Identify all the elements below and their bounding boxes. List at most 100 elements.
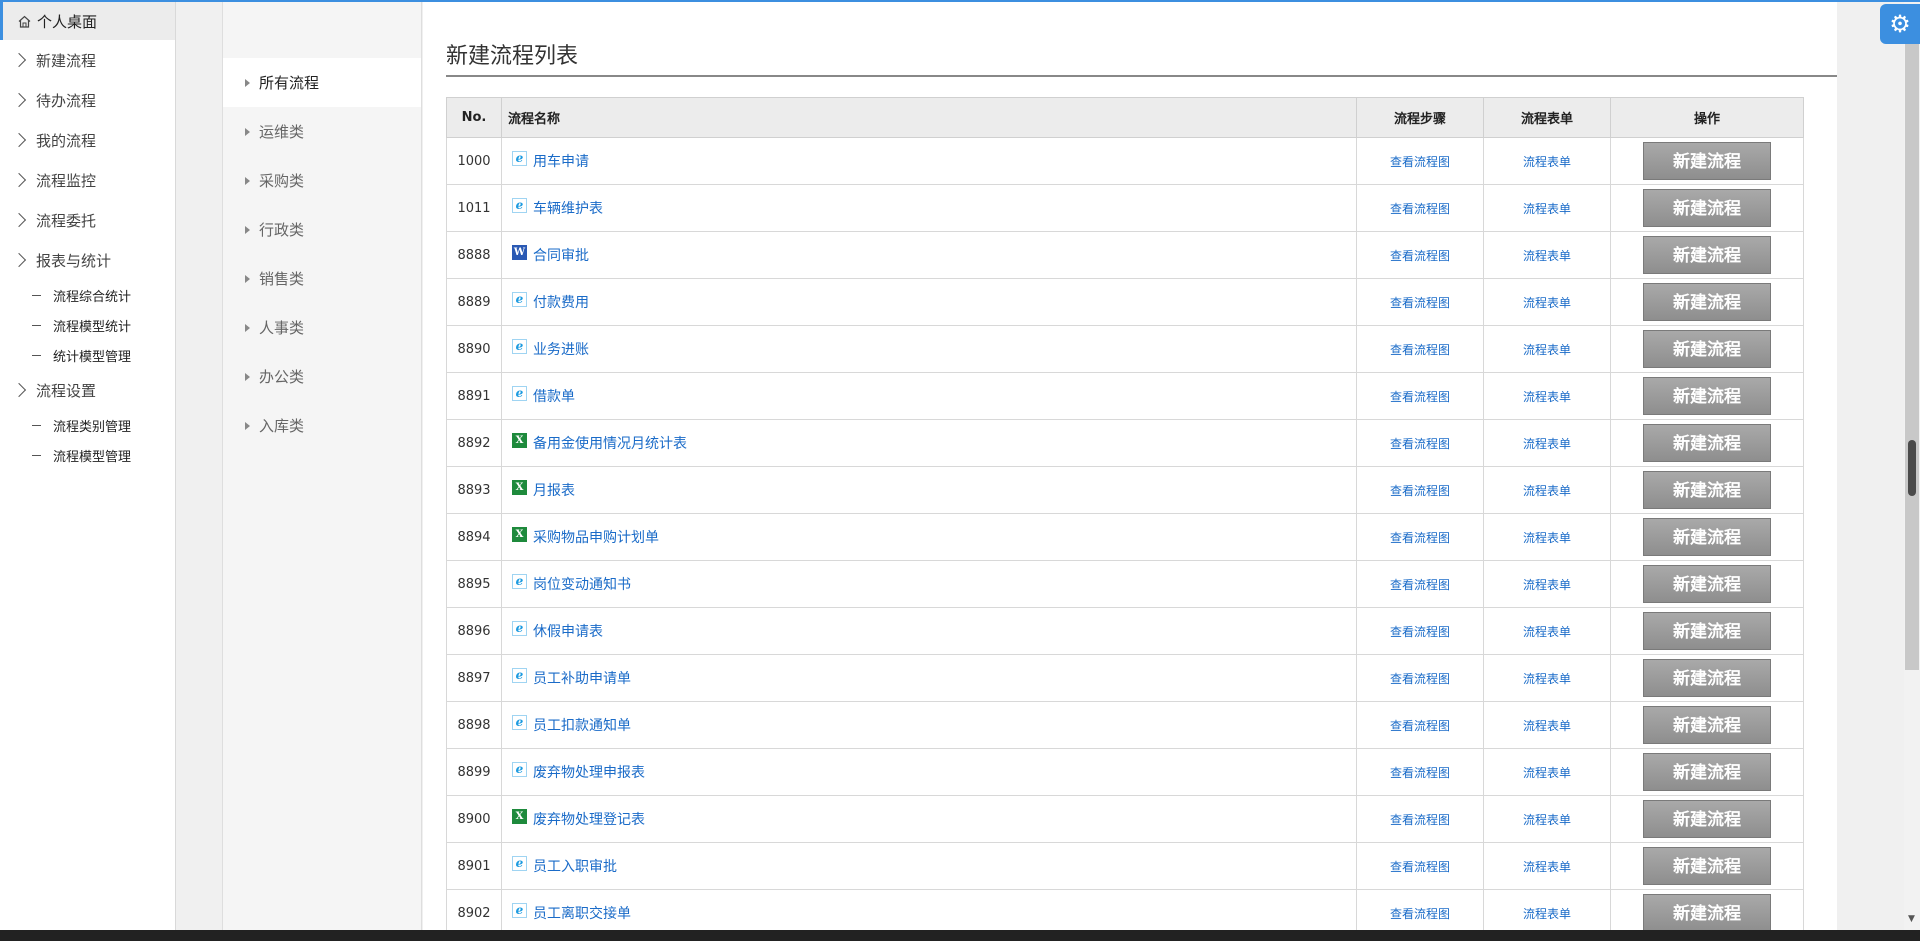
flow-form-link[interactable]: 流程表单 [1523,672,1571,686]
view-flowchart-link[interactable]: 查看流程图 [1390,484,1450,498]
sidebar-subitem[interactable]: 流程类别管理 [0,410,175,440]
flow-name-link[interactable]: 员工补助申请单 [533,671,631,687]
new-flow-button[interactable]: 新建流程 [1643,283,1771,321]
view-flowchart-link[interactable]: 查看流程图 [1390,155,1450,169]
flow-name-link[interactable]: 废弃物处理登记表 [533,812,645,828]
view-flowchart-link[interactable]: 查看流程图 [1390,672,1450,686]
new-flow-button[interactable]: 新建流程 [1643,518,1771,556]
scrollbar-thumb[interactable] [1905,30,1919,670]
row-no: 8896 [446,607,502,655]
flow-name-link[interactable]: 车辆维护表 [533,201,603,217]
flow-name-link[interactable]: 借款单 [533,389,575,405]
new-flow-button[interactable]: 新建流程 [1643,847,1771,885]
view-flowchart-link[interactable]: 查看流程图 [1390,531,1450,545]
flow-form-link[interactable]: 流程表单 [1523,860,1571,874]
new-flow-button[interactable]: 新建流程 [1643,189,1771,227]
flow-name-link[interactable]: 岗位变动通知书 [533,577,631,593]
view-flowchart-link[interactable]: 查看流程图 [1390,437,1450,451]
category-item[interactable]: 采购类 [223,156,421,205]
view-flowchart-link[interactable]: 查看流程图 [1390,249,1450,263]
flow-form-link[interactable]: 流程表单 [1523,437,1571,451]
scrollbar-grip[interactable] [1908,440,1916,496]
category-item[interactable]: 入库类 [223,401,421,450]
flow-name-link[interactable]: 休假申请表 [533,624,603,640]
category-item[interactable]: 所有流程 [223,58,421,107]
row-name-cell: e 岗位变动通知书 [501,560,1357,608]
category-item[interactable]: 销售类 [223,254,421,303]
sidebar-subitem[interactable]: 统计模型管理 [0,340,175,370]
row-op-cell: 新建流程 [1610,419,1804,467]
new-flow-button[interactable]: 新建流程 [1643,659,1771,697]
flow-name-link[interactable]: 备用金使用情况月统计表 [533,436,687,452]
flow-form-link[interactable]: 流程表单 [1523,390,1571,404]
view-flowchart-link[interactable]: 查看流程图 [1390,202,1450,216]
sidebar-item[interactable]: 待办流程 [0,80,175,120]
new-flow-button[interactable]: 新建流程 [1643,330,1771,368]
sidebar-item[interactable]: 流程监控 [0,160,175,200]
flow-form-link[interactable]: 流程表单 [1523,625,1571,639]
row-step-cell: 查看流程图 [1356,466,1484,514]
sidebar-item[interactable]: 我的流程 [0,120,175,160]
view-flowchart-link[interactable]: 查看流程图 [1390,343,1450,357]
new-flow-button[interactable]: 新建流程 [1643,753,1771,791]
sidebar-item-home[interactable]: 个人桌面 [0,2,175,40]
flow-form-link[interactable]: 流程表单 [1523,296,1571,310]
flow-form-link[interactable]: 流程表单 [1523,249,1571,263]
flow-form-link[interactable]: 流程表单 [1523,766,1571,780]
view-flowchart-link[interactable]: 查看流程图 [1390,813,1450,827]
new-flow-button[interactable]: 新建流程 [1643,894,1771,932]
view-flowchart-link[interactable]: 查看流程图 [1390,907,1450,921]
flow-form-link[interactable]: 流程表单 [1523,719,1571,733]
flow-name-link[interactable]: 员工入职审批 [533,859,617,875]
sidebar-subitem[interactable]: 流程综合统计 [0,280,175,310]
category-item[interactable]: 行政类 [223,205,421,254]
new-flow-button[interactable]: 新建流程 [1643,612,1771,650]
sidebar-subitem[interactable]: 流程模型统计 [0,310,175,340]
view-flowchart-link[interactable]: 查看流程图 [1390,390,1450,404]
scroll-down-arrow-icon[interactable]: ▼ [1908,914,1915,924]
category-item[interactable]: 运维类 [223,107,421,156]
flow-form-link[interactable]: 流程表单 [1523,813,1571,827]
flow-name-link[interactable]: 合同审批 [533,248,589,264]
new-flow-button[interactable]: 新建流程 [1643,424,1771,462]
view-flowchart-link[interactable]: 查看流程图 [1390,860,1450,874]
view-flowchart-link[interactable]: 查看流程图 [1390,719,1450,733]
sidebar-item[interactable]: 新建流程 [0,40,175,80]
view-flowchart-link[interactable]: 查看流程图 [1390,766,1450,780]
flow-form-link[interactable]: 流程表单 [1523,202,1571,216]
flow-form-link[interactable]: 流程表单 [1523,155,1571,169]
flow-name-link[interactable]: 采购物品申购计划单 [533,530,659,546]
new-flow-button[interactable]: 新建流程 [1643,236,1771,274]
new-flow-button[interactable]: 新建流程 [1643,800,1771,838]
sidebar-item[interactable]: 报表与统计 [0,240,175,280]
flow-name-link[interactable]: 员工离职交接单 [533,906,631,922]
view-flowchart-link[interactable]: 查看流程图 [1390,578,1450,592]
category-gutter [177,2,222,930]
new-flow-button[interactable]: 新建流程 [1643,706,1771,744]
flow-name-link[interactable]: 员工扣款通知单 [533,718,631,734]
new-flow-button[interactable]: 新建流程 [1643,471,1771,509]
flow-form-link[interactable]: 流程表单 [1523,531,1571,545]
flow-name-link[interactable]: 废弃物处理申报表 [533,765,645,781]
flow-name-link[interactable]: 用车申请 [533,154,589,170]
sidebar-subitem[interactable]: 流程模型管理 [0,440,175,470]
flow-name-link[interactable]: 月报表 [533,483,575,499]
flow-form-link[interactable]: 流程表单 [1523,484,1571,498]
category-item[interactable]: 人事类 [223,303,421,352]
flow-form-link[interactable]: 流程表单 [1523,343,1571,357]
view-flowchart-link[interactable]: 查看流程图 [1390,625,1450,639]
sidebar-item[interactable]: 流程委托 [0,200,175,240]
flow-name-link[interactable]: 业务进账 [533,342,589,358]
new-flow-button[interactable]: 新建流程 [1643,565,1771,603]
flow-form-link[interactable]: 流程表单 [1523,578,1571,592]
gear-icon[interactable]: ⚙ [1880,4,1920,44]
category-item[interactable]: 办公类 [223,352,421,401]
sidebar-item[interactable]: 流程设置 [0,370,175,410]
new-flow-button[interactable]: 新建流程 [1643,377,1771,415]
flow-name-link[interactable]: 付款费用 [533,295,589,311]
new-flow-button[interactable]: 新建流程 [1643,142,1771,180]
row-step-cell: 查看流程图 [1356,513,1484,561]
flow-form-link[interactable]: 流程表单 [1523,907,1571,921]
category-label: 所有流程 [259,74,320,92]
view-flowchart-link[interactable]: 查看流程图 [1390,296,1450,310]
